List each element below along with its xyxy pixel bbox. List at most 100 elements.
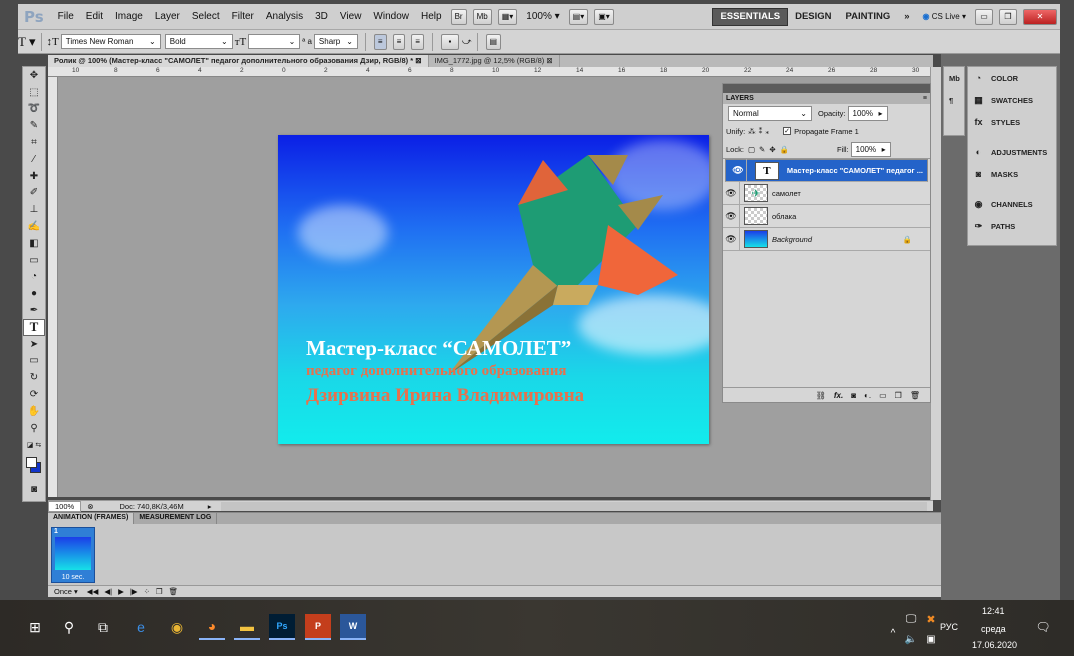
workspace-more-button[interactable]: » bbox=[897, 11, 916, 22]
3d-orbit-tool-icon[interactable]: ⟳ bbox=[23, 386, 45, 403]
marquee-tool-icon[interactable]: ⬚ bbox=[23, 84, 45, 101]
menu-edit[interactable]: Edit bbox=[80, 11, 109, 22]
gradient-tool-icon[interactable]: ▭ bbox=[23, 252, 45, 269]
unify-visibility-icon[interactable]: ⁑ bbox=[759, 127, 763, 136]
menu-layer[interactable]: Layer bbox=[149, 11, 186, 22]
group-icon[interactable]: ▭ bbox=[879, 391, 887, 400]
history-brush-tool-icon[interactable]: ✍ bbox=[23, 218, 45, 235]
panel-channels[interactable]: ◉ CHANNELS bbox=[968, 193, 1056, 215]
default-colors-icon[interactable]: ◪ ⇆ bbox=[23, 437, 45, 454]
blend-mode-select[interactable]: Normal ⌄ bbox=[728, 105, 812, 121]
layer-name[interactable]: Мастер-класс "САМОЛЕТ" педагог ... bbox=[787, 166, 923, 175]
file-explorer-icon[interactable]: ▬ bbox=[234, 614, 260, 640]
opacity-field[interactable]: 100% ▸ bbox=[847, 105, 888, 121]
menu-filter[interactable]: Filter bbox=[226, 11, 260, 22]
lock-position-icon[interactable]: ✥ bbox=[769, 145, 775, 154]
foreground-color-swatch[interactable] bbox=[26, 457, 37, 469]
previous-frame-icon[interactable]: ◀| bbox=[101, 587, 115, 596]
antialias-select[interactable]: Sharp ⌄ bbox=[313, 34, 358, 49]
search-icon[interactable]: ⚲ bbox=[56, 614, 82, 640]
menu-analysis[interactable]: Analysis bbox=[260, 11, 309, 22]
fx-icon[interactable]: fx. bbox=[834, 391, 843, 400]
tab-measurement-log[interactable]: MEASUREMENT LOG bbox=[134, 513, 218, 524]
next-frame-icon[interactable]: |▶ bbox=[127, 587, 141, 596]
document-tab-active[interactable]: Ролик @ 100% (Мастер-класс "САМОЛЕТ" пед… bbox=[48, 55, 429, 67]
brush-tool-icon[interactable]: ✐ bbox=[23, 185, 45, 202]
eye-icon[interactable]: 👁 bbox=[730, 159, 747, 182]
language-indicator[interactable]: РУС bbox=[940, 622, 958, 632]
hand-tool-icon[interactable]: ✋ bbox=[23, 403, 45, 420]
windows-start-icon[interactable]: ⊞ bbox=[22, 614, 48, 640]
document-tab-inactive[interactable]: IMG_1772.jpg @ 12,5% (RGB/8) ⊠ bbox=[429, 55, 560, 67]
close-button[interactable]: ✕ bbox=[1023, 8, 1057, 25]
text-color-swatch[interactable]: ▪ bbox=[440, 33, 459, 50]
propagate-checkbox[interactable]: ✓ bbox=[783, 127, 792, 135]
eye-icon[interactable]: 👁 bbox=[723, 204, 740, 228]
pen-tool-icon[interactable]: ✒ bbox=[23, 302, 45, 319]
lock-image-icon[interactable]: ✎ bbox=[759, 145, 765, 154]
status-arrow-icon[interactable]: ▸ bbox=[204, 502, 216, 511]
clone-stamp-tool-icon[interactable]: ⊥ bbox=[23, 201, 45, 218]
tween-icon[interactable]: ⁘ bbox=[141, 587, 153, 596]
minimize-button[interactable]: ▭ bbox=[975, 8, 993, 25]
healing-brush-tool-icon[interactable]: ✚ bbox=[23, 168, 45, 185]
menu-file[interactable]: File bbox=[52, 11, 80, 22]
slider-arrow-icon[interactable]: ▸ bbox=[879, 109, 883, 118]
menu-window[interactable]: Window bbox=[367, 11, 415, 22]
photoshop-taskbar-icon[interactable]: Ps bbox=[269, 614, 295, 640]
tab-layers[interactable]: LAYERS bbox=[726, 95, 754, 102]
eye-icon[interactable]: 👁 bbox=[723, 181, 740, 205]
task-view-icon[interactable]: ⧉ bbox=[90, 614, 116, 640]
workspace-design[interactable]: DESIGN bbox=[788, 11, 838, 22]
animation-frame[interactable]: 1 10 sec. bbox=[51, 527, 95, 583]
first-frame-icon[interactable]: ◀◀ bbox=[84, 587, 102, 596]
unify-style-icon[interactable]: ⁎ bbox=[765, 127, 769, 136]
screen-mode-icon[interactable]: ▣▾ bbox=[594, 8, 614, 25]
layer-row-background[interactable]: 👁 Background 🔒 bbox=[723, 227, 930, 251]
vertical-scrollbar[interactable] bbox=[930, 67, 941, 500]
color-swatches-icon[interactable] bbox=[23, 453, 45, 481]
zoom-level-select[interactable]: 100% ▾ bbox=[520, 11, 565, 22]
tab-animation-frames[interactable]: ANIMATION (FRAMES) bbox=[48, 513, 135, 524]
link-icon[interactable]: ⛓ bbox=[816, 391, 826, 400]
fill-field[interactable]: 100% ▸ bbox=[850, 141, 891, 157]
menu-view[interactable]: View bbox=[334, 11, 368, 22]
close-icon[interactable]: ⊠ bbox=[415, 56, 421, 65]
zoom-tool-icon[interactable]: ⚲ bbox=[23, 420, 45, 437]
clock-date[interactable]: 17.06.2020 bbox=[972, 640, 1017, 650]
panel-paths[interactable]: ✑ PATHS bbox=[968, 215, 1056, 237]
quick-mask-icon[interactable]: ◙ bbox=[23, 481, 45, 498]
bridge-icon[interactable]: Br bbox=[450, 8, 467, 25]
move-tool-icon[interactable]: ✥ bbox=[23, 67, 45, 84]
status-menu-icon[interactable]: ⊗ bbox=[81, 502, 99, 511]
frame-delay[interactable]: 10 sec. bbox=[52, 574, 94, 581]
warp-text-icon[interactable]: ⤻ bbox=[462, 36, 472, 47]
lock-all-icon[interactable]: 🔒 bbox=[780, 145, 789, 154]
menu-select[interactable]: Select bbox=[186, 11, 226, 22]
chrome-icon[interactable]: ◉ bbox=[164, 614, 190, 640]
panel-menu-icon[interactable]: ≡ bbox=[923, 95, 927, 102]
character-panel-icon[interactable]: ¶ bbox=[944, 89, 964, 111]
text-orientation-icon[interactable]: ↕T bbox=[47, 36, 59, 48]
delete-frame-icon[interactable]: 🗑 bbox=[166, 587, 182, 596]
layer-name[interactable]: облака bbox=[772, 212, 796, 221]
lasso-tool-icon[interactable]: ➰ bbox=[23, 101, 45, 118]
layer-row-plane[interactable]: 👁 ✈ самолет bbox=[723, 181, 930, 205]
font-style-select[interactable]: Bold ⌄ bbox=[164, 34, 233, 49]
mini-bridge-panel-icon[interactable]: Mb bbox=[944, 67, 964, 89]
close-icon[interactable]: ⊠ bbox=[546, 56, 552, 65]
layer-row-clouds[interactable]: 👁 облака bbox=[723, 204, 930, 228]
powerpoint-icon[interactable]: P bbox=[305, 614, 331, 640]
document-image[interactable]: Мастер-класс “САМОЛЕТ” педагог дополните… bbox=[278, 135, 709, 444]
menu-image[interactable]: Image bbox=[109, 11, 149, 22]
tool-preset-picker[interactable]: T ▾ bbox=[18, 34, 36, 50]
eraser-tool-icon[interactable]: ◧ bbox=[23, 235, 45, 252]
font-size-select[interactable]: ⌄ bbox=[248, 34, 301, 49]
crop-tool-icon[interactable]: ⌗ bbox=[23, 134, 45, 151]
shape-tool-icon[interactable]: ▭ bbox=[23, 353, 45, 370]
eyedropper-tool-icon[interactable]: ⁄ bbox=[23, 151, 45, 168]
status-zoom[interactable]: 100% bbox=[48, 500, 82, 512]
duplicate-frame-icon[interactable]: ❐ bbox=[153, 587, 166, 596]
blur-tool-icon[interactable]: ◔ bbox=[23, 269, 45, 286]
play-icon[interactable]: ▶ bbox=[115, 587, 127, 596]
